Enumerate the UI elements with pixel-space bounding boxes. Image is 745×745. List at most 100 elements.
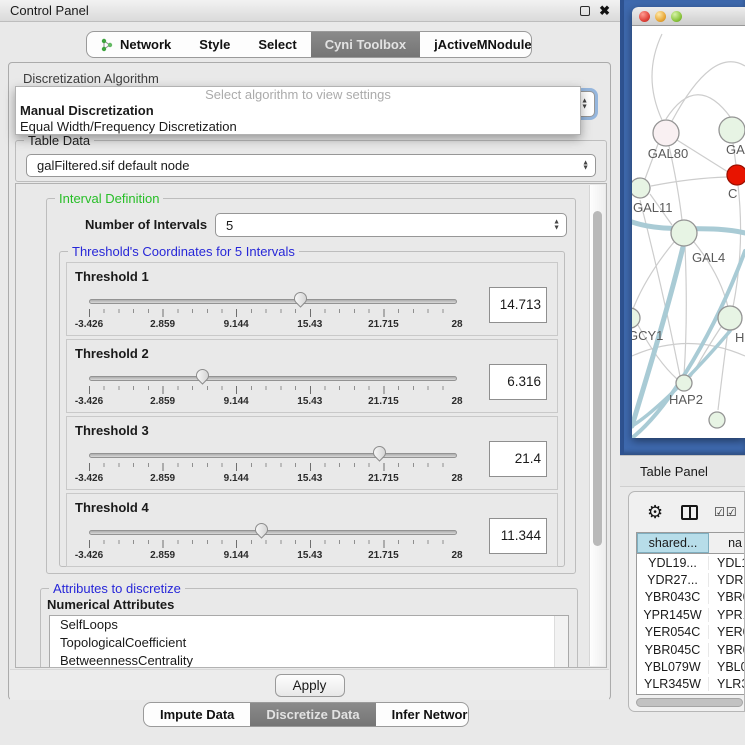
slider-tick-labels: -3.4262.8599.14415.4321.71528 bbox=[89, 396, 457, 408]
slider-thumb[interactable] bbox=[193, 366, 211, 384]
threshold-label: Threshold 2 bbox=[75, 346, 149, 361]
scrollbar-thumb[interactable] bbox=[636, 698, 743, 707]
tab-cyni-toolbox[interactable]: Cyni Toolbox bbox=[311, 32, 420, 57]
scrollbar-thumb[interactable] bbox=[593, 211, 602, 546]
select-checkboxes-icon[interactable]: ☑☑ bbox=[714, 505, 738, 519]
cell-name[interactable]: YLR3 bbox=[709, 677, 744, 691]
node-gal11 bbox=[632, 178, 650, 198]
tab-discretize-data[interactable]: Discretize Data bbox=[250, 703, 375, 726]
table-horizontal-scrollbar[interactable] bbox=[636, 698, 743, 707]
attributes-list[interactable]: SelfLoopsTopologicalCoefficientBetweenne… bbox=[49, 615, 569, 668]
tick-label: 15.43 bbox=[297, 396, 322, 407]
cell-shared-name[interactable]: YBL079W bbox=[637, 660, 709, 674]
threshold-slider[interactable]: -3.4262.8599.14415.4321.71528 bbox=[89, 370, 457, 410]
attribute-list-item[interactable]: BetweennessCentrality bbox=[50, 652, 568, 668]
dropdown-hint: Select algorithm to view settings bbox=[16, 87, 580, 103]
cell-shared-name[interactable]: YER054C bbox=[637, 625, 709, 639]
close-panel-icon[interactable]: ✖ bbox=[599, 6, 610, 16]
tick-label: -3.426 bbox=[75, 396, 103, 407]
table-row[interactable]: YBL079WYBL0 bbox=[637, 658, 744, 675]
cell-name[interactable]: YBL0 bbox=[709, 660, 744, 674]
slider-track[interactable] bbox=[89, 299, 457, 304]
cell-shared-name[interactable]: YPR145W bbox=[637, 608, 709, 622]
bottom-tabbar: Impute Data Discretize Data Infer Networ… bbox=[143, 702, 469, 727]
network-canvas[interactable]: GAL80 GA C GAL11 GAL4 GCY1 H HAP2 bbox=[632, 26, 745, 438]
slider-tick-labels: -3.4262.8599.14415.4321.71528 bbox=[89, 473, 457, 485]
attribute-list-item[interactable]: SelfLoops bbox=[50, 616, 568, 634]
dropdown-option-equal-width[interactable]: Equal Width/Frequency Discretization bbox=[16, 119, 580, 135]
cell-name[interactable]: YDR2 bbox=[709, 573, 744, 587]
network-window-titlebar[interactable] bbox=[632, 7, 745, 26]
close-window-icon[interactable] bbox=[639, 11, 650, 22]
tab-jactivemnodules[interactable]: jActiveMNodules bbox=[420, 32, 532, 57]
slider-thumb[interactable] bbox=[292, 289, 310, 307]
table-row[interactable]: YIL052CYIL0 bbox=[637, 693, 744, 695]
threshold-slider[interactable]: -3.4262.8599.14415.4321.71528 bbox=[89, 447, 457, 487]
slider-track[interactable] bbox=[89, 530, 457, 535]
zoom-window-icon[interactable] bbox=[671, 11, 682, 22]
node-bottom bbox=[709, 412, 725, 428]
cell-shared-name[interactable]: YBR043C bbox=[637, 590, 709, 604]
minimize-window-icon[interactable] bbox=[655, 11, 666, 22]
cyni-toolbox-panel: Discretization Algorithm ▲▼ Select algor… bbox=[8, 62, 611, 700]
slider-thumb[interactable] bbox=[252, 520, 270, 538]
tick-label: 2.859 bbox=[150, 473, 175, 484]
column-header-name[interactable]: na bbox=[709, 533, 744, 553]
tick-label: 15.43 bbox=[297, 319, 322, 330]
network-window[interactable]: GAL80 GA C GAL11 GAL4 GCY1 H HAP2 bbox=[632, 7, 745, 438]
tab-network-label: Network bbox=[120, 37, 171, 52]
node-gal80 bbox=[653, 120, 679, 146]
tick-label: -3.426 bbox=[75, 473, 103, 484]
threshold-value-field[interactable]: 21.4 bbox=[489, 441, 547, 477]
cell-name[interactable]: YDL1 bbox=[709, 556, 744, 570]
table-row[interactable]: YLR345WYLR3 bbox=[637, 676, 744, 693]
slider-thumb[interactable] bbox=[370, 443, 388, 461]
threshold-value-field[interactable]: 11.344 bbox=[489, 518, 547, 554]
table-row[interactable]: YER054CYER0 bbox=[637, 624, 744, 641]
table-data-combobox[interactable]: galFiltered.sif default node ▲▼ bbox=[26, 154, 596, 177]
attributes-list-scrollbar[interactable] bbox=[554, 616, 568, 668]
tick-label: 2.859 bbox=[150, 550, 175, 561]
table-row[interactable]: YBR043CYBR0 bbox=[637, 589, 744, 606]
number-of-intervals-combobox[interactable]: 5 ▲▼ bbox=[215, 213, 567, 237]
tab-impute-data[interactable]: Impute Data bbox=[144, 703, 250, 726]
cell-name[interactable]: YBR0 bbox=[709, 590, 744, 604]
slider-track[interactable] bbox=[89, 376, 457, 381]
cell-shared-name[interactable]: YDR27... bbox=[637, 573, 709, 587]
columns-icon[interactable] bbox=[681, 505, 698, 520]
threshold-label: Threshold 1 bbox=[75, 269, 149, 284]
gear-icon[interactable]: ⚙ bbox=[647, 502, 663, 523]
dropdown-option-manual[interactable]: Manual Discretization bbox=[16, 103, 580, 119]
tick-label: -3.426 bbox=[75, 550, 103, 561]
slider-track[interactable] bbox=[89, 453, 457, 458]
cell-name[interactable]: YER0 bbox=[709, 625, 744, 639]
table-row[interactable]: YDL19...YDL1 bbox=[637, 554, 744, 571]
attribute-list-item[interactable]: TopologicalCoefficient bbox=[50, 634, 568, 652]
threshold-slider[interactable]: -3.4262.8599.14415.4321.71528 bbox=[89, 524, 457, 564]
cell-name[interactable]: YPR1 bbox=[709, 608, 744, 622]
threshold-value-field[interactable]: 6.316 bbox=[489, 364, 547, 400]
tab-network[interactable]: Network bbox=[87, 32, 185, 57]
threshold-slider[interactable]: -3.4262.8599.14415.4321.71528 bbox=[89, 293, 457, 333]
threshold-value-field[interactable]: 14.713 bbox=[489, 287, 547, 323]
tab-style[interactable]: Style bbox=[185, 32, 244, 57]
tab-select[interactable]: Select bbox=[244, 32, 310, 57]
float-panel-icon[interactable] bbox=[580, 6, 590, 16]
algorithm-group-label: Discretization Algorithm bbox=[23, 71, 159, 86]
cell-shared-name[interactable]: YDL19... bbox=[637, 556, 709, 570]
table-row[interactable]: YPR145WYPR1 bbox=[637, 606, 744, 623]
settings-vertical-scrollbar[interactable] bbox=[589, 185, 605, 666]
apply-strip: Apply bbox=[10, 669, 609, 700]
table-row[interactable]: YBR045CYBR0 bbox=[637, 641, 744, 658]
scrollbar-thumb[interactable] bbox=[555, 616, 568, 668]
cell-shared-name[interactable]: YBR045C bbox=[637, 643, 709, 657]
table-row[interactable]: YDR27...YDR2 bbox=[637, 571, 744, 588]
tab-infer-network[interactable]: Infer Network bbox=[376, 703, 469, 726]
tick-label: 2.859 bbox=[150, 396, 175, 407]
cell-shared-name[interactable]: YLR345W bbox=[637, 677, 709, 691]
threshold-row: Threshold 4 -3.4262.8599.14415.4321.7152… bbox=[66, 493, 558, 567]
apply-button[interactable]: Apply bbox=[275, 674, 345, 697]
node-partial-top bbox=[719, 117, 745, 143]
column-header-shared[interactable]: shared... bbox=[637, 533, 709, 553]
cell-name[interactable]: YBR0 bbox=[709, 643, 744, 657]
